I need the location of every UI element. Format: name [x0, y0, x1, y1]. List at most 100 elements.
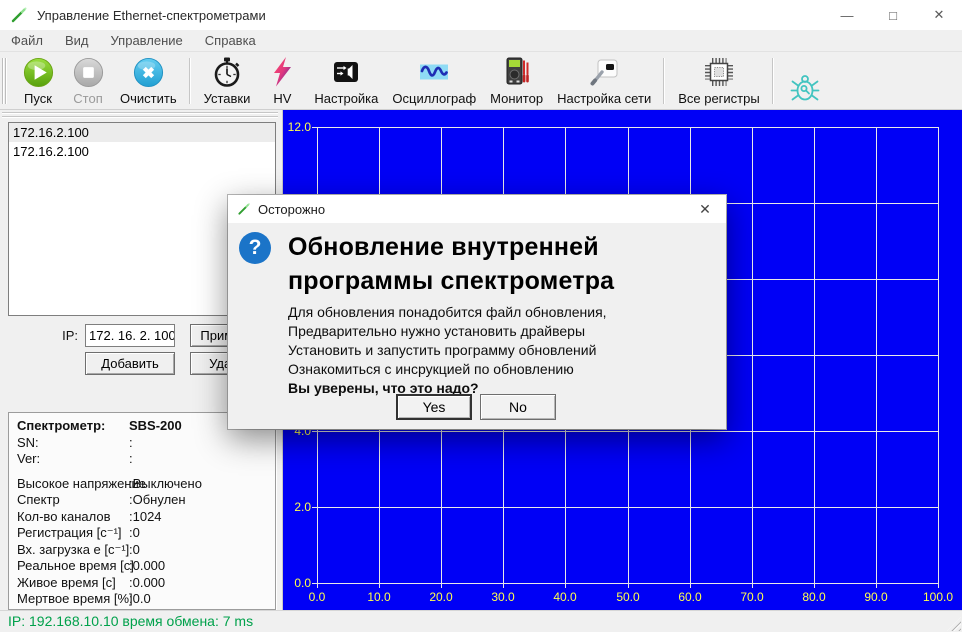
multimeter-icon [499, 55, 535, 90]
gridline-horizontal [317, 431, 938, 432]
y-tick-mark [312, 507, 317, 508]
menu-item-help[interactable]: Справка [194, 33, 267, 48]
toolbar: Пуск Стоп Очистить [0, 52, 962, 110]
toolbar-button-label: Стоп [73, 91, 102, 106]
x-tick-label: 10.0 [367, 590, 390, 604]
status-bar: IP: 192.168.10.10 время обмена: 7 ms [0, 610, 962, 632]
toolbar-button-label: Все регистры [678, 91, 760, 106]
warning-dialog: Осторожно ✕ ? Обновление внутренней прог… [228, 195, 726, 429]
title-bar[interactable]: Управление Ethernet-спектрометрами — □ ✕ [0, 0, 962, 30]
toolbar-button-label: Очистить [120, 91, 177, 106]
y-tick-mark [312, 127, 317, 128]
toolbar-separator [772, 58, 775, 104]
app-icon [237, 202, 251, 216]
toolbar-button-label: Осциллограф [392, 91, 476, 106]
x-tick-label: 30.0 [491, 590, 514, 604]
no-button[interactable]: No [480, 394, 556, 420]
minimize-button[interactable]: — [824, 0, 870, 30]
stop-icon [70, 55, 106, 90]
all-registers-button[interactable]: Все регистры [671, 53, 767, 109]
x-tick-mark [938, 583, 939, 588]
debug-button[interactable] [780, 53, 830, 109]
info-row: Кол-во каналов :1024 [17, 509, 267, 526]
gridline-horizontal [317, 127, 938, 128]
status-text: IP: 192.168.10.10 время обмена: 7 ms [8, 611, 253, 632]
info-row: Регистрация [с⁻¹] :0 [17, 525, 267, 542]
info-spacer [17, 468, 267, 476]
toolbar-button-label: Монитор [490, 91, 543, 106]
dialog-body: Для обновления понадобится файл обновлен… [288, 303, 708, 398]
toolbar-button-label: Уставки [204, 91, 251, 106]
dialog-line: Установить и запустить программу обновле… [288, 341, 708, 360]
gridline-horizontal [317, 507, 938, 508]
dialog-heading: Обновление внутренней программы спектром… [288, 230, 638, 298]
x-tick-label: 80.0 [802, 590, 825, 604]
info-row: Живое время [с] :0.000 [17, 575, 267, 592]
toolbar-grip[interactable] [2, 58, 10, 104]
info-row: Высокое напряжение :Выключено [17, 476, 267, 493]
oscilloscope-button[interactable]: Осциллограф [385, 53, 483, 109]
y-tick-mark [312, 583, 317, 584]
toolbar-button-label: HV [273, 91, 291, 106]
dialog-line: Ознакомиться с инсрукцией по обновлению [288, 360, 708, 379]
add-button[interactable]: Добавить [85, 352, 175, 375]
toolbar-button-label: Настройка сети [557, 91, 651, 106]
info-row: Ver: : [17, 451, 267, 468]
x-tick-label: 90.0 [864, 590, 887, 604]
menu-bar: Файл Вид Управление Справка [0, 30, 962, 52]
panel-grip[interactable] [2, 112, 278, 120]
clear-icon [130, 55, 166, 90]
ip-input[interactable] [85, 324, 175, 347]
toolbar-separator [189, 58, 192, 104]
info-row: Вх. загрузка е [с⁻¹] :0 [17, 542, 267, 559]
app-icon [10, 6, 28, 24]
resize-grip[interactable] [947, 617, 961, 631]
x-tick-label: 0.0 [309, 590, 326, 604]
question-icon: ? [239, 232, 271, 264]
window-controls: — □ ✕ [824, 0, 962, 30]
dialog-line: Для обновления понадобится файл обновлен… [288, 303, 708, 322]
info-row: Мертвое время [%] :0.0 [17, 591, 267, 608]
start-button[interactable]: Пуск [13, 53, 63, 109]
x-tick-label: 70.0 [740, 590, 763, 604]
settings-icon [328, 55, 364, 90]
y-tick-label: 2.0 [294, 500, 311, 514]
settings-button[interactable]: Настройка [307, 53, 385, 109]
ip-label: IP: [44, 328, 78, 343]
ip-list-item[interactable]: 172.16.2.100 [9, 142, 275, 161]
stop-button[interactable]: Стоп [63, 53, 113, 109]
setpoints-button[interactable]: Уставки [197, 53, 258, 109]
oscilloscope-icon [416, 55, 452, 90]
menu-item-file[interactable]: Файл [0, 33, 54, 48]
ip-list-item[interactable]: 172.16.2.100 [9, 123, 275, 142]
y-tick-mark [312, 431, 317, 432]
debug-bug-icon [787, 71, 823, 106]
close-button[interactable]: ✕ [916, 0, 962, 30]
window-title: Управление Ethernet-спектрометрами [37, 8, 266, 23]
gridline-vertical [938, 127, 939, 583]
x-tick-label: 100.0 [923, 590, 953, 604]
monitor-button[interactable]: Монитор [483, 53, 550, 109]
dialog-line: Предварительно нужно установить драйверы [288, 322, 708, 341]
x-tick-label: 60.0 [678, 590, 701, 604]
spectrometer-info-panel: Спектрометр: SBS-200 SN: : Ver: : Высоко… [8, 412, 276, 610]
y-tick-label: 12.0 [288, 120, 311, 134]
stopwatch-icon [209, 55, 245, 90]
network-icon [586, 55, 622, 90]
dialog-close-button[interactable]: ✕ [684, 195, 726, 223]
info-row: SN: : [17, 435, 267, 452]
menu-item-control[interactable]: Управление [100, 33, 194, 48]
maximize-button[interactable]: □ [870, 0, 916, 30]
x-tick-label: 50.0 [616, 590, 639, 604]
hv-button[interactable]: HV [257, 53, 307, 109]
dialog-title-bar[interactable]: Осторожно ✕ [228, 195, 726, 223]
y-tick-label: 0.0 [294, 576, 311, 590]
yes-button[interactable]: Yes [396, 394, 472, 420]
menu-item-view[interactable]: Вид [54, 33, 100, 48]
play-icon [20, 55, 56, 90]
network-settings-button[interactable]: Настройка сети [550, 53, 658, 109]
toolbar-separator [663, 58, 666, 104]
clear-button[interactable]: Очистить [113, 53, 184, 109]
toolbar-button-label: Пуск [24, 91, 52, 106]
lightning-icon [264, 55, 300, 90]
